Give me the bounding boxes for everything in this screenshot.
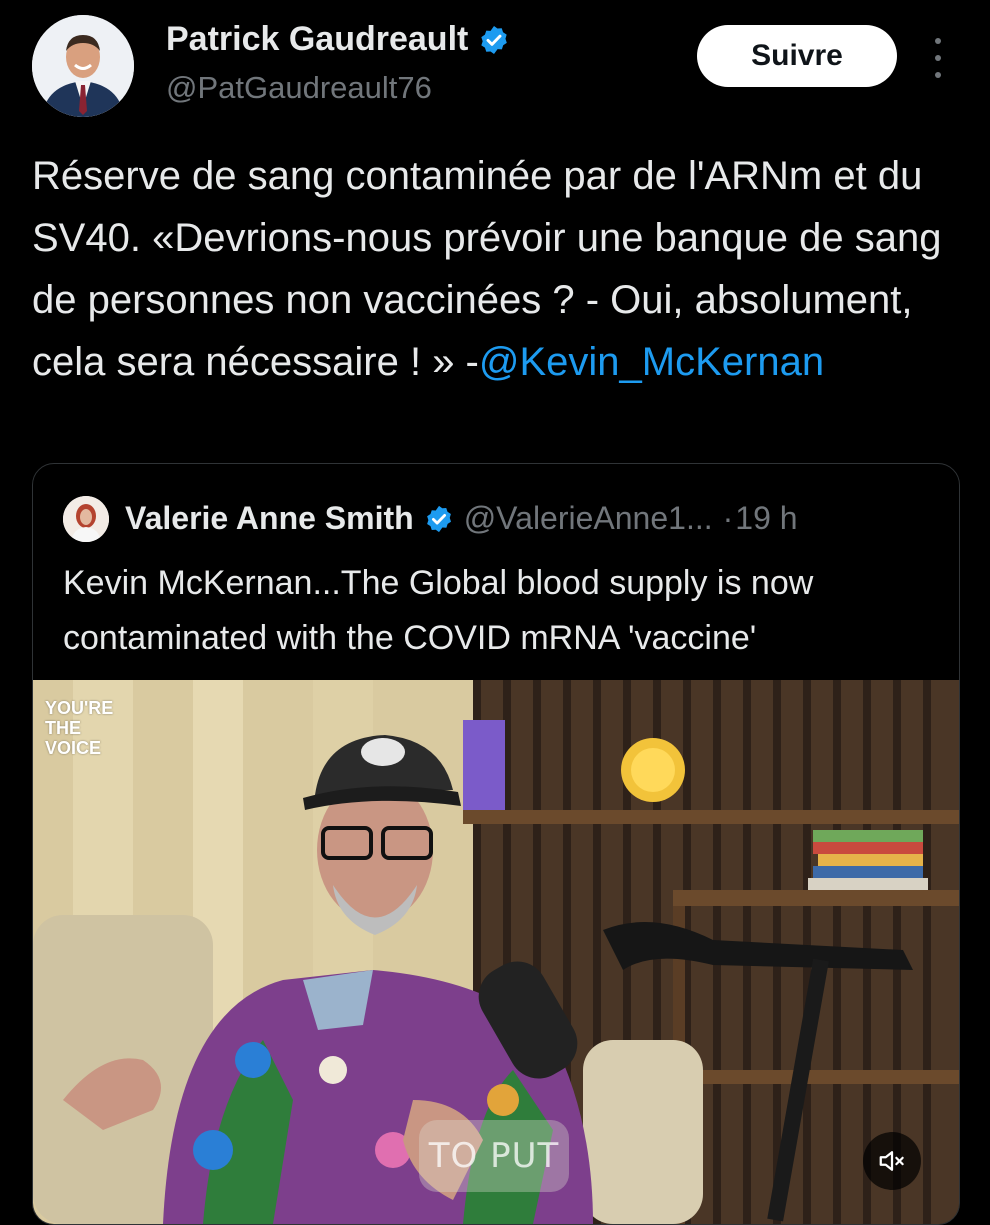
author-avatar[interactable]	[32, 15, 134, 117]
quoted-tweet[interactable]: Valerie Anne Smith @ValerieAnne1... · 19…	[32, 463, 960, 1225]
quote-separator: ·	[722, 500, 734, 536]
quote-header: Valerie Anne Smith @ValerieAnne1... · 19…	[125, 500, 798, 537]
author-name-row[interactable]: Patrick Gaudreault	[166, 20, 510, 59]
verified-badge-icon	[481, 25, 508, 54]
speaker-muted-icon[interactable]	[863, 1132, 921, 1190]
quote-timestamp[interactable]: 19 h	[735, 500, 797, 537]
quote-video[interactable]: YOU'RE THE VOICE TO PUT	[33, 680, 959, 1224]
video-overlay-logo: YOU'RE THE VOICE	[45, 698, 114, 758]
author-handle[interactable]: @PatGaudreault76	[166, 70, 432, 106]
quote-author-handle[interactable]: @ValerieAnne1...	[464, 500, 713, 537]
more-vertical-icon[interactable]	[926, 38, 950, 78]
tweet-text: Réserve de sang contaminée par de l'ARNm…	[32, 145, 962, 393]
video-caption: TO PUT	[419, 1120, 569, 1192]
follow-button[interactable]: Suivre	[697, 25, 897, 87]
author-name[interactable]: Patrick Gaudreault	[166, 20, 468, 59]
verified-badge-icon	[426, 505, 451, 532]
mention-link[interactable]: @Kevin_McKernan	[479, 340, 824, 384]
quote-text: Kevin McKernan...The Global blood supply…	[63, 564, 814, 657]
quote-author-avatar[interactable]	[63, 496, 109, 542]
quote-author-name[interactable]: Valerie Anne Smith	[125, 500, 414, 537]
